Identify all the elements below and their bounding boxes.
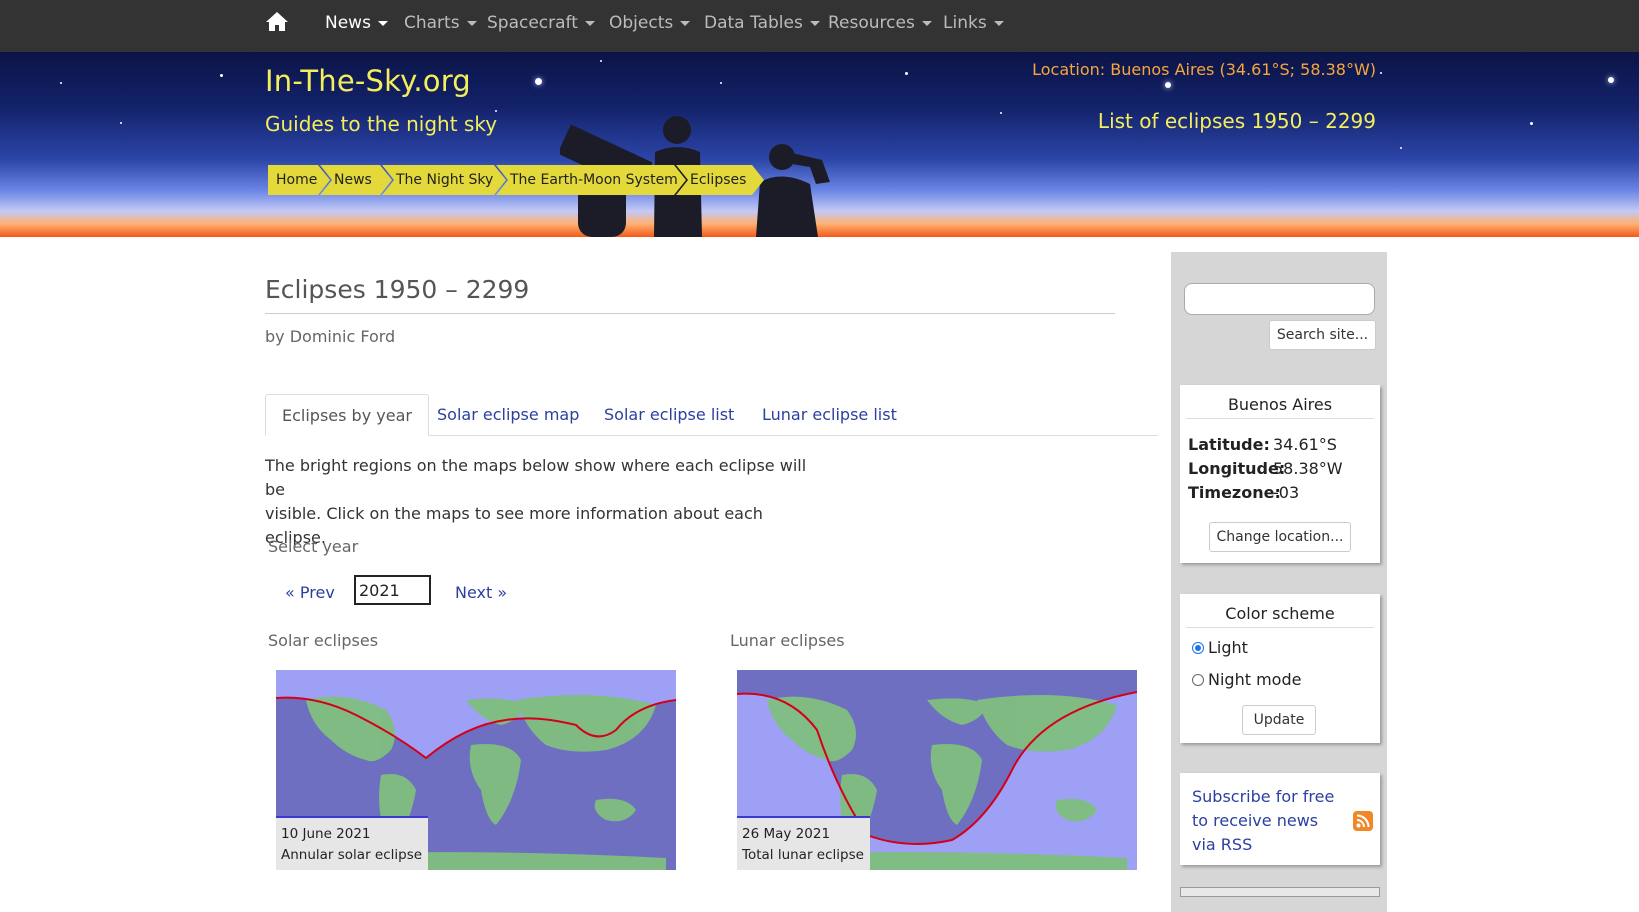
next-year-link[interactable]: Next » (455, 583, 507, 602)
location-panel: Buenos Aires Latitude: 34.61°S Longitude:… (1180, 385, 1380, 563)
nav-objects[interactable]: Objects (609, 13, 691, 33)
select-year-label: Select year (268, 537, 359, 556)
prev-year-link[interactable]: « Prev (285, 583, 335, 602)
solar-eclipse-type: Annular solar eclipse (281, 847, 423, 863)
rss-panel: Subscribe for free to receive news via R… (1180, 773, 1380, 865)
nav-data-tables[interactable]: Data Tables (704, 13, 820, 33)
site-subtitle: Guides to the night sky (265, 112, 498, 136)
timezone-row: Timezone:-03 (1188, 483, 1299, 502)
tab-lunar-eclipse-list[interactable]: Lunar eclipse list (762, 394, 897, 436)
tab-eclipses-by-year[interactable]: Eclipses by year (265, 394, 429, 436)
color-light-option[interactable]: Light (1192, 638, 1248, 657)
byline: by Dominic Ford (265, 327, 396, 346)
color-scheme-panel: Color scheme Light Night mode Update (1180, 594, 1380, 743)
lunar-eclipse-type: Total lunar eclipse (742, 847, 864, 863)
breadcrumb-earth-moon[interactable]: The Earth-Moon System (496, 165, 686, 195)
tab-solar-eclipse-map[interactable]: Solar eclipse map (437, 394, 579, 436)
solar-eclipse-caption: 10 June 2021 Annular solar eclipse (276, 816, 429, 870)
top-navbar: News Charts Spacecraft Objects Data Tabl… (0, 0, 1639, 52)
color-night-option[interactable]: Night mode (1192, 670, 1301, 689)
rss-icon[interactable] (1353, 811, 1373, 831)
breadcrumb-eclipses[interactable]: Eclipses (676, 165, 764, 195)
page-subtitle: List of eclipses 1950 – 2299 (1097, 109, 1376, 133)
breadcrumb-home[interactable]: Home (268, 165, 330, 195)
rss-subscribe-link[interactable]: Subscribe for free to receive news via R… (1192, 785, 1342, 857)
longitude-row: Longitude:58.38°W (1188, 459, 1343, 478)
timezone-label: Timezone: (1188, 483, 1281, 502)
breadcrumb-night-sky[interactable]: The Night Sky (382, 165, 506, 195)
home-icon[interactable] (265, 10, 289, 34)
location-indicator: Location: Buenos Aires (34.61°S; 58.38°W… (1032, 60, 1376, 79)
sidebar-next-panel (1180, 887, 1380, 897)
solar-eclipse-map[interactable]: 10 June 2021 Annular solar eclipse (276, 670, 676, 870)
tab-solar-eclipse-list[interactable]: Solar eclipse list (604, 394, 734, 436)
location-panel-title: Buenos Aires (1186, 385, 1374, 419)
nav-resources[interactable]: Resources (828, 13, 932, 33)
lunar-eclipse-date: 26 May 2021 (742, 826, 831, 842)
header-banner: In-The-Sky.org Guides to the night sky L… (0, 52, 1639, 237)
longitude-value: 58.38°W (1273, 459, 1343, 478)
intro-text: The bright regions on the maps below sho… (265, 454, 825, 550)
lunar-eclipse-map[interactable]: 26 May 2021 Total lunar eclipse (737, 670, 1137, 870)
latitude-label: Latitude: (1188, 435, 1270, 454)
light-label: Light (1208, 638, 1248, 657)
nav-links[interactable]: Links (943, 13, 1004, 33)
lunar-eclipses-heading: Lunar eclipses (730, 631, 845, 650)
search-button[interactable]: Search site... (1269, 320, 1376, 350)
breadcrumb-news[interactable]: News (320, 165, 392, 195)
title-divider (265, 313, 1115, 314)
longitude-label: Longitude: (1188, 459, 1286, 478)
nav-charts[interactable]: Charts (404, 13, 477, 33)
lunar-eclipse-caption: 26 May 2021 Total lunar eclipse (737, 816, 870, 870)
search-input[interactable] (1184, 283, 1375, 315)
night-label: Night mode (1208, 670, 1302, 689)
nav-spacecraft[interactable]: Spacecraft (487, 13, 595, 33)
latitude-value: 34.61°S (1273, 435, 1337, 454)
color-scheme-title: Color scheme (1186, 594, 1374, 628)
light-radio[interactable] (1192, 642, 1204, 654)
intro-line-1: The bright regions on the maps below sho… (265, 456, 807, 499)
timezone-value: -03 (1273, 483, 1300, 502)
change-location-button[interactable]: Change location... (1209, 522, 1351, 552)
page-title: Eclipses 1950 – 2299 (265, 275, 530, 304)
year-input[interactable] (354, 575, 431, 605)
solar-eclipses-heading: Solar eclipses (268, 631, 379, 650)
site-title[interactable]: In-The-Sky.org (265, 64, 471, 98)
update-button[interactable]: Update (1242, 705, 1316, 735)
nav-news[interactable]: News (325, 13, 388, 33)
solar-eclipse-date: 10 June 2021 (281, 826, 371, 842)
latitude-row: Latitude: 34.61°S (1188, 435, 1337, 454)
night-radio[interactable] (1192, 674, 1204, 686)
